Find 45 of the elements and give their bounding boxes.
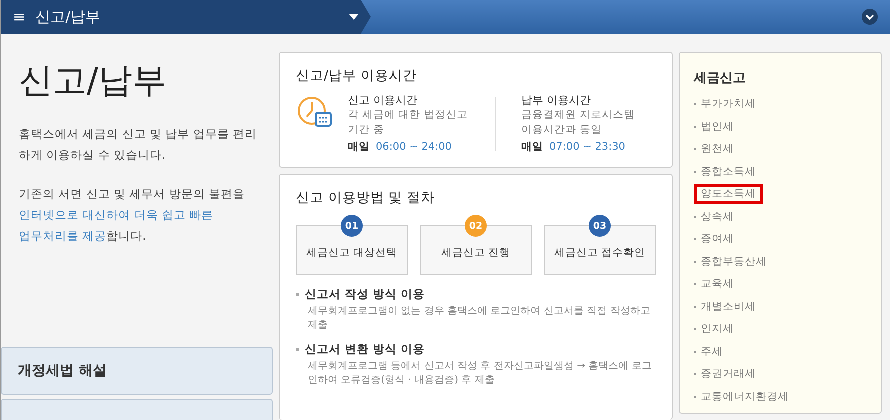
method-title: 신고서 변환 방식 이용 — [305, 342, 426, 357]
tax-link[interactable]: 교육세 — [694, 274, 741, 294]
method-description: 세무회계프로그램 등에서 신고서 작성 후 전자신고파일생성 → 홈택스에 로그인하여 오류검증(형식 · 내용검증) 후 제출 — [307, 360, 653, 388]
tax-link[interactable]: 개별소비세 — [694, 296, 763, 317]
hours-description: 각 세금에 대한 법정신고 — [348, 108, 470, 123]
tax-link[interactable]: 법인세 — [694, 116, 741, 137]
page-title: 신고/납부 — [36, 8, 102, 26]
intro-paragraph: 홈택스에서 세금의 신고 및 납부 업무를 편리하게 이용하실 수 있습니다. — [19, 126, 258, 164]
card-title: 신고/납부 이용시간 — [296, 67, 418, 85]
tax-link[interactable]: 양도소득세 — [694, 184, 763, 204]
hours-description: 금융결제원 지로시스템 — [522, 108, 636, 123]
tax-link[interactable]: 증권거래세 — [694, 364, 763, 384]
title-tab[interactable]: ≡ 신고/납부 — [1, 0, 371, 34]
note-link[interactable]: 인터넷으로 대신하여 더욱 쉽고 빠른 — [19, 208, 214, 222]
menu-button[interactable]: ≡ — [13, 8, 26, 26]
hours-title: 신고 이용시간 — [348, 93, 418, 108]
accordion-header[interactable]: 개정세법 해설 — [1, 347, 273, 395]
bullet-icon — [296, 348, 299, 351]
panel-title: 세금신고 — [694, 70, 747, 87]
tax-link[interactable]: 종합부동산세 — [694, 252, 774, 272]
tax-link[interactable]: 부가가치세 — [694, 94, 763, 114]
hours-description: 기간 중 — [348, 123, 386, 138]
step-number-badge: 01 — [341, 215, 363, 237]
tax-link[interactable]: 주세 — [694, 342, 730, 362]
tax-link[interactable]: 증여세 — [694, 229, 741, 250]
hours-title: 납부 이용시간 — [522, 93, 592, 108]
tax-link[interactable]: 종합소득세 — [694, 162, 763, 182]
expand-icon[interactable] — [862, 9, 878, 25]
note-link[interactable]: 업무처리를 제공 — [19, 229, 107, 243]
step-number-badge: 03 — [589, 215, 611, 237]
hours-time: 매일 07:00 ~ 23:30 — [522, 140, 626, 155]
tax-link[interactable]: 원천세 — [694, 139, 741, 160]
tax-link[interactable]: 인지세 — [694, 319, 741, 340]
page-heading: 신고/납부 — [19, 60, 168, 103]
bullet-icon — [296, 293, 299, 296]
method-description: 세무회계프로그램이 없는 경우 홈택스에 로그인하여 신고서를 직접 작성하고 제출 — [307, 305, 652, 333]
card-title: 신고 이용방법 및 절차 — [296, 189, 436, 207]
step-number-badge: 02 — [465, 215, 487, 237]
tax-link[interactable]: 상속세 — [694, 206, 741, 227]
hours-time: 매일 06:00 ~ 24:00 — [348, 140, 453, 155]
method-title: 신고서 작성 방식 이용 — [305, 287, 426, 302]
hours-description: 이용시간과 동일 — [522, 123, 603, 138]
dropdown-caret-icon[interactable] — [349, 14, 359, 20]
note-paragraph: 기존의 서면 신고 및 세무서 방문의 불편을 인터넷으로 대신하여 더욱 쉽고 빠른 업무처리를 제공합니다. — [19, 186, 246, 245]
tax-link[interactable]: 교통에너지환경세 — [694, 386, 796, 407]
